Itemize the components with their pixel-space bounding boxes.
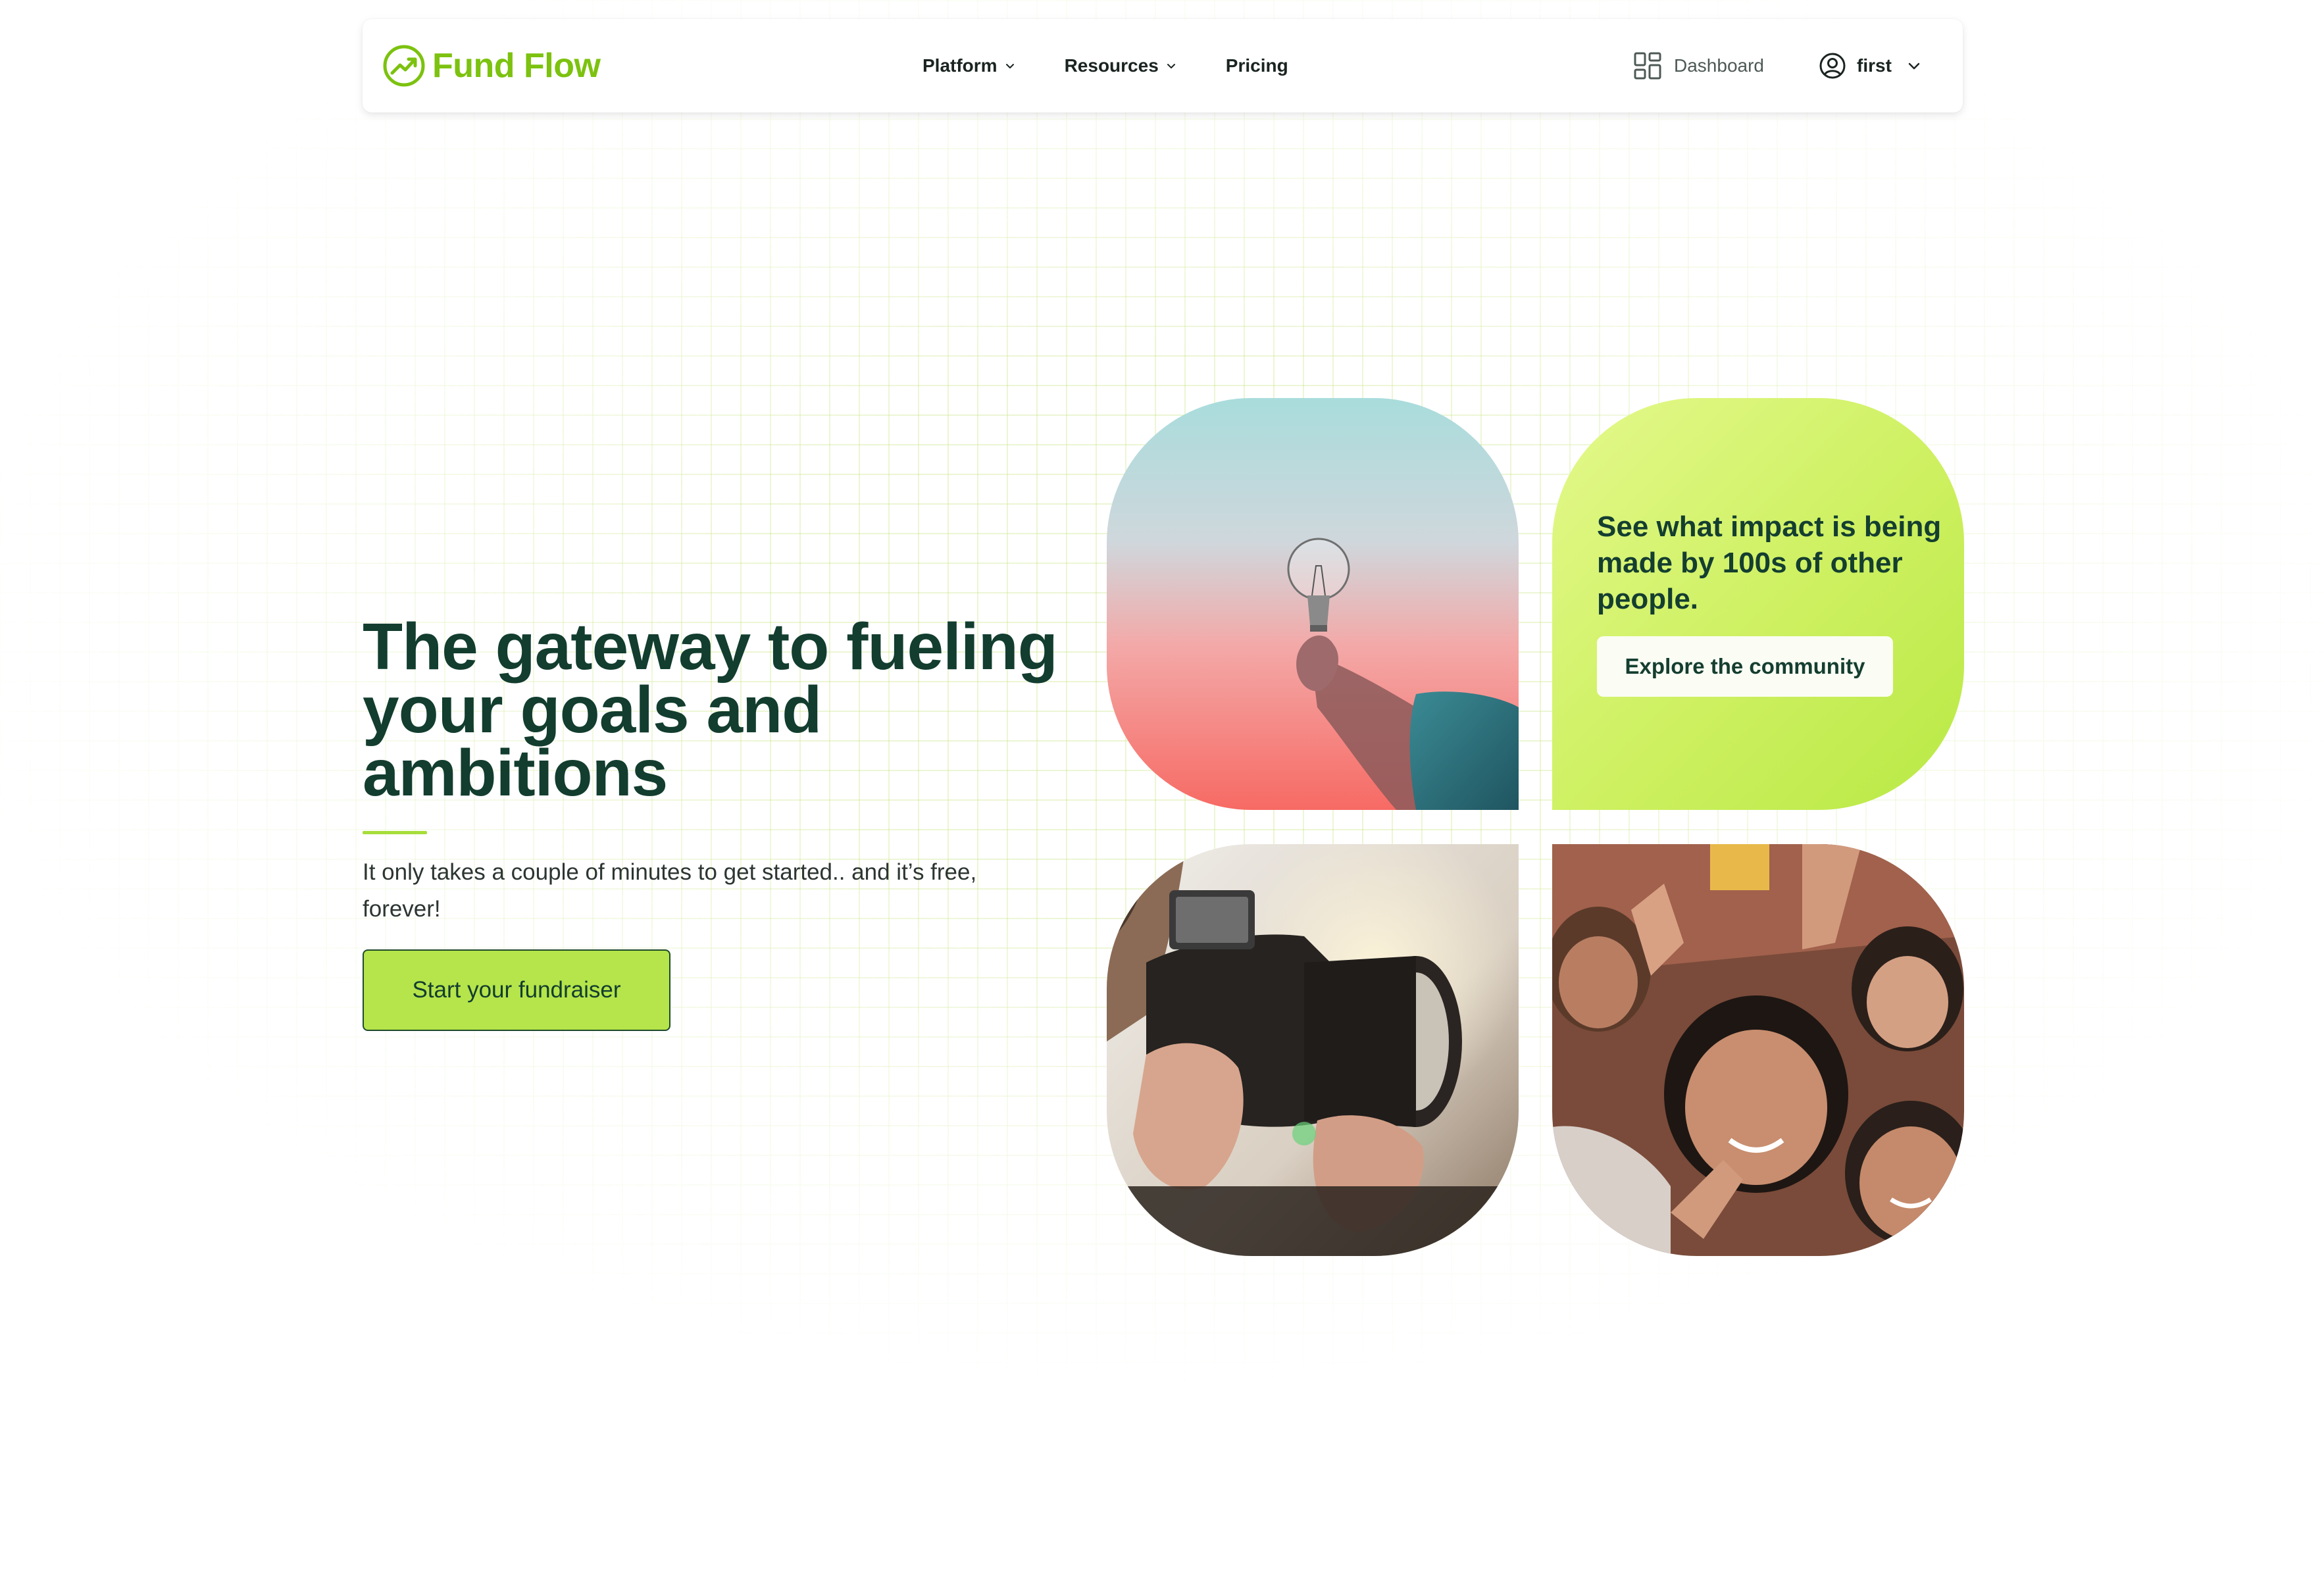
community-card: See what impact is being made by 100s of… [1552, 398, 1964, 810]
nav-item-pricing[interactable]: Pricing [1226, 55, 1288, 76]
hero-subtitle: It only takes a couple of minutes to get… [363, 859, 977, 922]
brand-name: Fund Flow [432, 47, 601, 85]
grid-icon [1634, 52, 1661, 80]
chevron-down-icon [1908, 63, 1920, 70]
hero-title: The gateway to fueling your goals and am… [363, 610, 1058, 810]
trend-up-circle-icon [383, 45, 425, 87]
dashboard-label: Dashboard [1674, 55, 1764, 76]
lightbulb-hand-photo [1107, 398, 1519, 810]
brand-logo[interactable]: Fund Flow [382, 42, 601, 89]
start-fundraiser-button[interactable]: Start your fundraiser [363, 949, 670, 1031]
children-illustration [1552, 844, 1964, 1256]
chevron-down-icon [1167, 64, 1175, 68]
nav-links: Platform Resources Pricing [922, 19, 1288, 113]
dashboard-link[interactable]: Dashboard [1633, 19, 1764, 113]
top-navbar: Fund Flow Platform Resources Pricing Das… [363, 19, 1963, 113]
chevron-down-icon [1005, 64, 1014, 68]
user-circle-icon [1819, 53, 1846, 79]
explore-community-button[interactable]: Explore the community [1597, 636, 1893, 697]
nav-item-resources[interactable]: Resources [1065, 55, 1177, 76]
user-name: first [1857, 55, 1892, 76]
community-text: See what impact is being made by 100s of… [1597, 511, 1942, 615]
camera-illustration [1107, 844, 1519, 1256]
nav-item-label: Platform [922, 55, 998, 76]
lightbulb-illustration [1107, 398, 1519, 810]
user-menu[interactable]: first [1819, 19, 1922, 113]
smiling-children-photo [1552, 844, 1964, 1256]
accent-divider [363, 831, 427, 834]
camera-operator-photo [1107, 844, 1519, 1256]
nav-item-label: Pricing [1225, 55, 1288, 76]
nav-item-platform[interactable]: Platform [922, 55, 1016, 76]
nav-item-label: Resources [1064, 55, 1159, 76]
grid-background [0, 0, 2324, 1583]
